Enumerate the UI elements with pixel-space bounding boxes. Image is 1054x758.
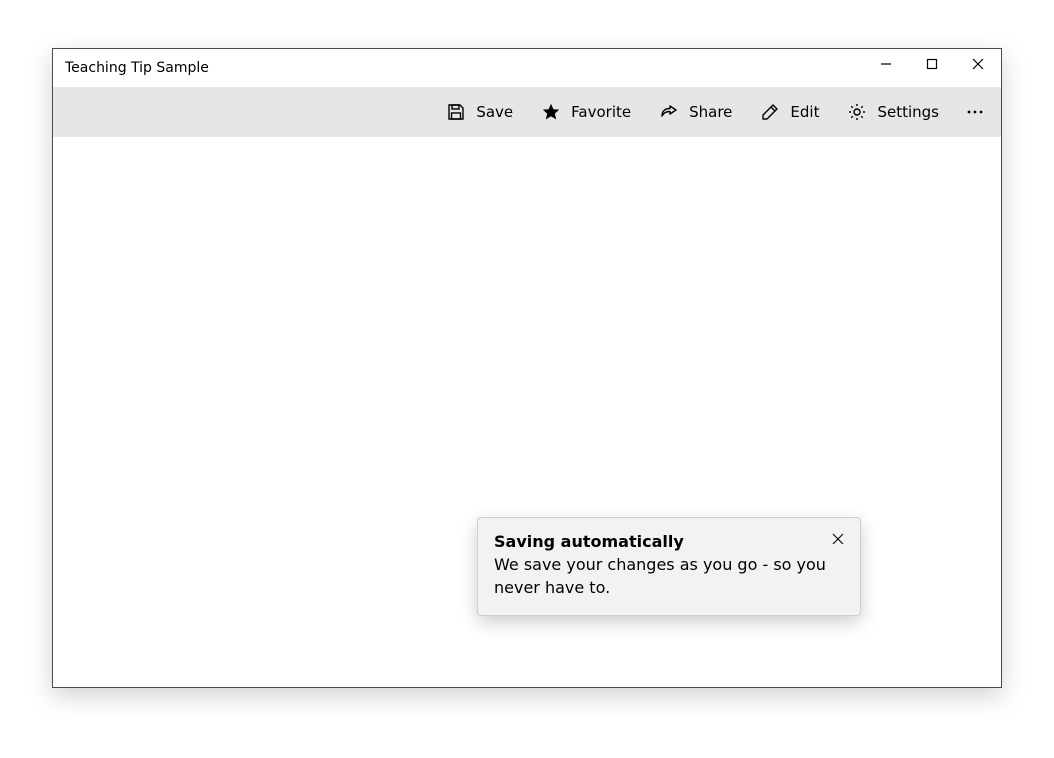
command-bar: Save Favorite Share — [53, 87, 1001, 137]
close-button[interactable] — [955, 49, 1001, 81]
gear-icon — [847, 102, 867, 122]
content-area: Saving automatically We save your change… — [53, 137, 1001, 687]
settings-label: Settings — [877, 103, 939, 121]
share-button[interactable]: Share — [645, 92, 746, 132]
settings-button[interactable]: Settings — [833, 92, 953, 132]
favorite-button[interactable]: Favorite — [527, 92, 645, 132]
share-icon — [659, 102, 679, 122]
edit-label: Edit — [790, 103, 819, 121]
save-button[interactable]: Save — [432, 92, 527, 132]
close-icon — [972, 58, 984, 73]
app-window: Teaching Tip Sample — [52, 48, 1002, 688]
minimize-icon — [880, 58, 892, 73]
teaching-tip-close-button[interactable] — [824, 526, 852, 554]
more-button[interactable] — [953, 92, 997, 132]
teaching-tip-title: Saving automatically — [494, 532, 816, 551]
window-controls — [863, 49, 1001, 87]
edit-button[interactable]: Edit — [746, 92, 833, 132]
maximize-icon — [926, 58, 938, 73]
window-title: Teaching Tip Sample — [65, 60, 209, 76]
teaching-tip: Saving automatically We save your change… — [477, 517, 861, 616]
pencil-icon — [760, 102, 780, 122]
titlebar: Teaching Tip Sample — [53, 49, 1001, 87]
minimize-button[interactable] — [863, 49, 909, 81]
save-label: Save — [476, 103, 513, 121]
close-icon — [832, 533, 844, 548]
maximize-button[interactable] — [909, 49, 955, 81]
favorite-label: Favorite — [571, 103, 631, 121]
star-icon — [541, 102, 561, 122]
save-icon — [446, 102, 466, 122]
more-icon — [965, 102, 985, 122]
teaching-tip-body: We save your changes as you go - so you … — [494, 553, 844, 599]
share-label: Share — [689, 103, 732, 121]
